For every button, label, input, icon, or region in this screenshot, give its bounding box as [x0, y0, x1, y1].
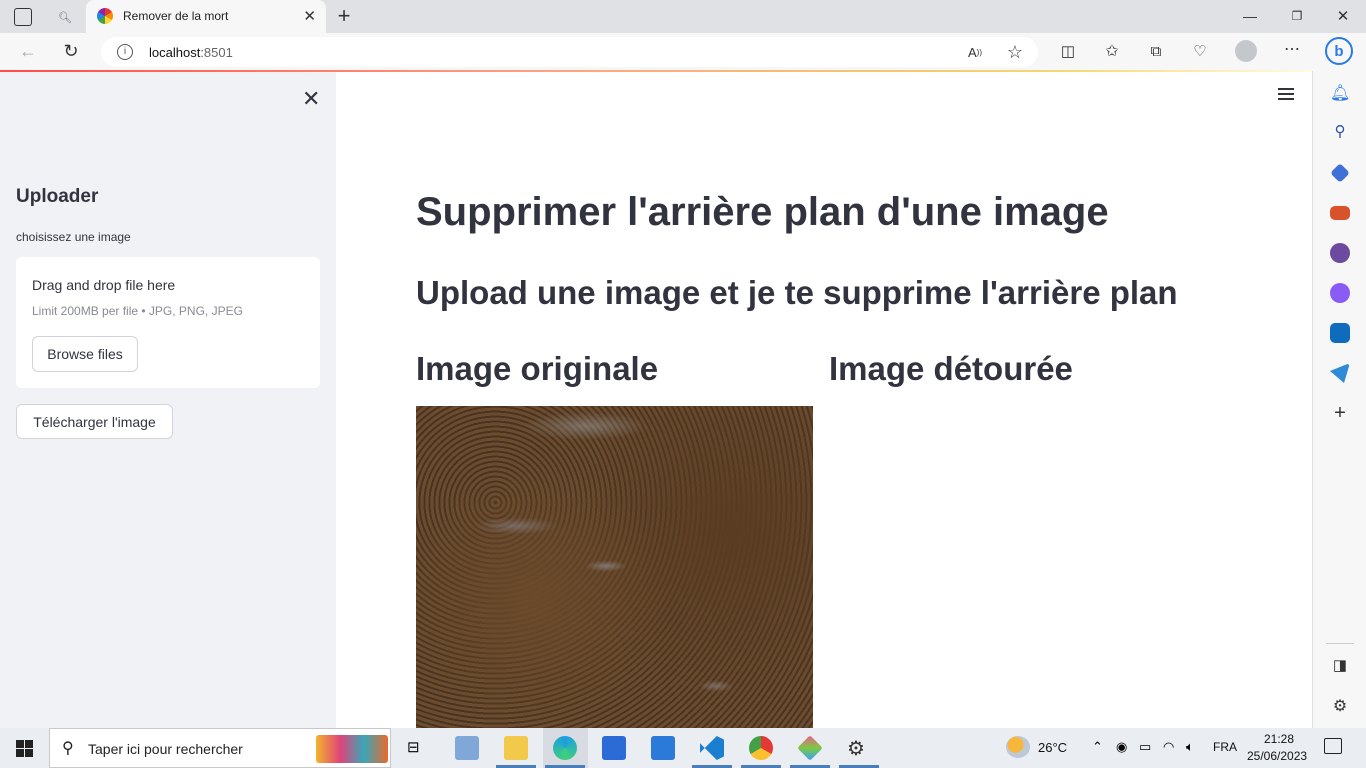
vscode-icon[interactable]: [700, 736, 724, 760]
restore-icon[interactable]: ❐: [1288, 7, 1306, 25]
new-tab-icon[interactable]: +: [334, 3, 354, 28]
computer-app-icon[interactable]: [455, 736, 479, 760]
result-image-heading: Image détourée: [829, 350, 1073, 387]
main-content: Supprimer l'arrière plan d'une image Upl…: [336, 72, 1312, 728]
search-tabs-icon[interactable]: 🔍︎: [52, 5, 78, 29]
battery-icon[interactable]: ▭: [1139, 739, 1151, 755]
dropzone-title: Drag and drop file here: [32, 277, 176, 293]
clock-time[interactable]: 21:28: [1264, 732, 1294, 746]
file-explorer-icon[interactable]: [504, 736, 528, 760]
microsoft-365-icon[interactable]: [1330, 283, 1350, 303]
chrome-icon[interactable]: [749, 736, 773, 760]
meet-now-icon[interactable]: ◉: [1116, 739, 1127, 755]
rainbow-favicon-icon: [97, 8, 113, 24]
clock-date[interactable]: 25/06/2023: [1247, 749, 1307, 763]
reload-icon[interactable]: ↻: [61, 41, 81, 61]
wifi-icon[interactable]: ◠: [1163, 739, 1174, 755]
edge-sidebar: 🔔︎ ⚲ + ◨ ⚙: [1312, 71, 1366, 728]
windows-start-icon[interactable]: [16, 740, 33, 757]
outlook-icon[interactable]: [1330, 323, 1350, 343]
language-indicator[interactable]: FRA: [1213, 740, 1237, 754]
address-bar[interactable]: i localhost:8501 A)) ☆: [101, 37, 1038, 67]
favorite-star-icon[interactable]: ☆: [1005, 42, 1025, 62]
app-sidebar: ✕ Uploader choisissez une image Drag and…: [0, 72, 336, 728]
sidebar-heading: Uploader: [16, 186, 99, 207]
search-icon[interactable]: ⚲: [1330, 122, 1350, 142]
microsoft-store-icon[interactable]: [602, 736, 626, 760]
hamburger-menu-icon[interactable]: [1278, 88, 1294, 102]
settings-gear-icon[interactable]: ⚙: [847, 736, 871, 760]
tray-chevron-up-icon[interactable]: ⌃: [1092, 739, 1103, 755]
file-dropzone[interactable]: Drag and drop file here Limit 200MB per …: [16, 257, 320, 388]
url-text: localhost:8501: [149, 45, 233, 60]
mail-icon[interactable]: [651, 736, 675, 760]
hide-sidebar-icon[interactable]: ◨: [1330, 656, 1350, 676]
back-icon[interactable]: ←: [18, 41, 38, 61]
weather-icon[interactable]: [1006, 736, 1030, 758]
notifications-icon[interactable]: [1324, 738, 1342, 754]
original-image-heading: Image originale: [416, 350, 659, 387]
browser-essentials-icon[interactable]: ♡: [1190, 41, 1210, 61]
download-image-button[interactable]: Télécharger l'image: [16, 404, 173, 439]
search-icon: ⚲: [62, 740, 74, 757]
search-highlight-icon[interactable]: [316, 735, 388, 763]
split-screen-icon[interactable]: ◫: [1058, 41, 1078, 61]
more-menu-icon[interactable]: ⋯: [1282, 39, 1302, 59]
edge-browser-icon[interactable]: [553, 736, 577, 760]
browser-tab-bar: 🔍︎ Remover de la mort ✕ + — ❐ ✕: [0, 0, 1366, 33]
window-close-icon[interactable]: ✕: [1334, 7, 1352, 25]
browse-files-button[interactable]: Browse files: [32, 336, 138, 372]
browser-toolbar: ← ↻ i localhost:8501 A)) ☆ ◫ ✩ ⧉ ♡ ⋯ b: [0, 33, 1366, 71]
site-info-icon[interactable]: i: [117, 44, 133, 60]
bing-copilot-icon[interactable]: b: [1325, 37, 1353, 65]
taskbar-search-placeholder: Taper ici pour rechercher: [88, 741, 243, 757]
shopping-tag-icon[interactable]: [1330, 163, 1350, 183]
tools-toolbox-icon[interactable]: [1330, 206, 1350, 220]
notification-bell-icon[interactable]: 🔔︎: [1330, 83, 1350, 103]
tab-close-icon[interactable]: ✕: [303, 7, 316, 25]
minimize-icon[interactable]: —: [1241, 7, 1259, 25]
add-sidebar-app-icon[interactable]: +: [1330, 403, 1350, 423]
read-aloud-icon[interactable]: A)): [965, 43, 985, 61]
tab-actions-icon[interactable]: [14, 8, 32, 26]
favorites-icon[interactable]: ✩: [1102, 41, 1122, 61]
volume-icon[interactable]: 🔈︎: [1186, 739, 1194, 755]
original-image: [416, 406, 813, 728]
uploader-label: choisissez une image: [16, 230, 131, 244]
kite-app-icon[interactable]: [797, 735, 823, 761]
settings-gear-icon[interactable]: ⚙: [1330, 696, 1350, 716]
sidebar-close-icon[interactable]: ✕: [302, 86, 320, 112]
page-title: Supprimer l'arrière plan d'une image: [416, 190, 1109, 234]
dropzone-limit-text: Limit 200MB per file • JPG, PNG, JPEG: [32, 304, 243, 318]
drop-send-icon[interactable]: [1330, 363, 1350, 383]
collections-icon[interactable]: ⧉: [1146, 41, 1166, 61]
games-icon[interactable]: [1330, 243, 1350, 263]
tab-title: Remover de la mort: [123, 9, 229, 23]
page-subtitle: Upload une image et je te supprime l'arr…: [416, 274, 1178, 311]
task-view-icon[interactable]: ⊟: [407, 738, 427, 758]
taskbar-search-box[interactable]: ⚲ Taper ici pour rechercher: [49, 728, 391, 768]
weather-temp: 26°C: [1038, 740, 1068, 755]
windows-taskbar: ⚲ Taper ici pour rechercher ⊟ ⚙ 26°C ⌃ ◉…: [0, 728, 1366, 768]
browser-tab[interactable]: Remover de la mort ✕: [86, 0, 326, 33]
profile-avatar-icon[interactable]: [1235, 40, 1257, 62]
